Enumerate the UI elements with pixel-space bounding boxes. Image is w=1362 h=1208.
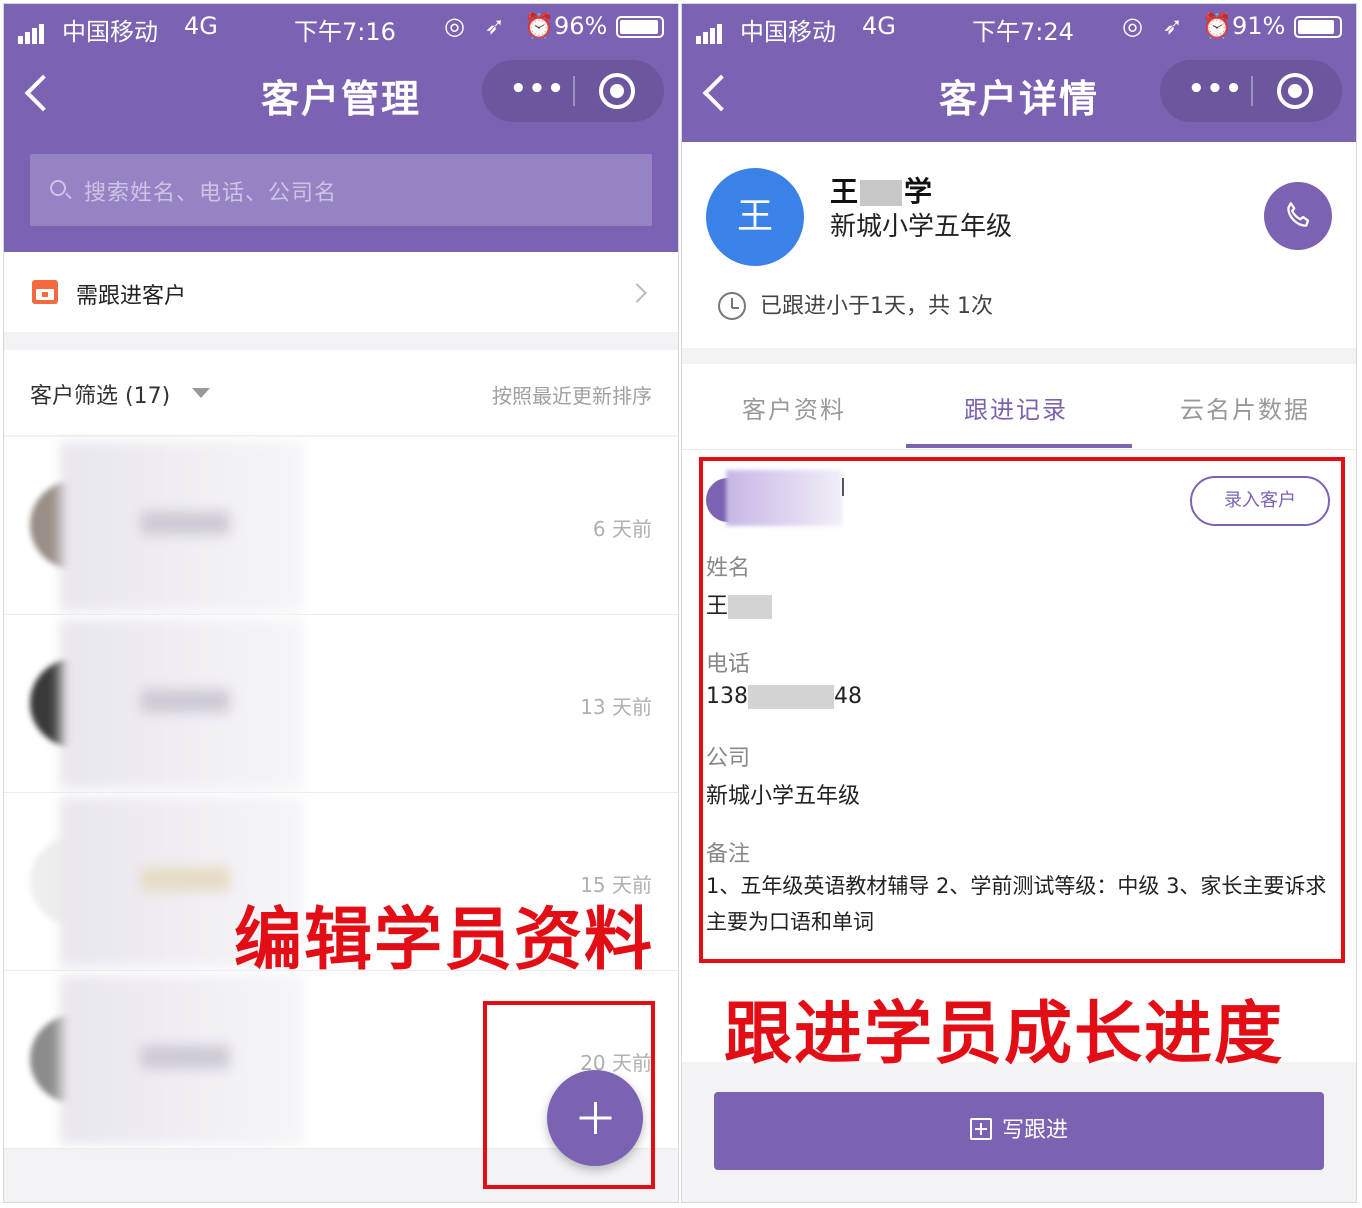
tab-card-data[interactable]: 云名片数据 [1180,390,1310,425]
battery-icon [616,16,664,38]
nav-bar: 客户详情 ••• [682,50,1356,142]
close-target-icon[interactable] [599,73,635,109]
follow-up-customers-row[interactable]: 需跟进客户 [4,252,678,332]
search-icon [50,180,66,196]
status-bar: 中国移动 4G 下午7:24 ◎ ➶ ⏰ 91% [682,4,1356,50]
add-customer-button[interactable] [547,1070,643,1166]
sort-label[interactable]: 按照最近更新排序 [492,380,652,409]
blurred-customer-info [60,975,304,1145]
tab-customer-info[interactable]: 客户资料 [742,390,846,425]
clock-icon [718,292,746,320]
miniprogram-capsule: ••• [1160,60,1342,122]
network-label: 4G [184,12,218,40]
customer-row[interactable]: 6 天前 [4,437,678,615]
status-time: 下午7:16 [294,18,396,46]
battery-icon [1294,16,1342,38]
battery-percent: 91% [1232,12,1286,40]
close-target-icon[interactable] [1277,73,1313,109]
add-box-icon [969,1118,992,1140]
annotation-edit-student: 编辑学员资料 [234,901,655,980]
customer-detail-screen: 中国移动 4G 下午7:24 ◎ ➶ ⏰ 91% 客户详情 ••• 王 王学 新… [681,3,1357,1203]
carrier-label: 中国移动 [62,18,158,46]
status-bar: 中国移动 4G 下午7:16 ◎ ➶ ⏰ 96% [4,4,678,50]
write-follow-up-label: 写跟进 [1001,1118,1068,1143]
status-icons: ◎ ➶ ⏰ [1122,12,1239,40]
search-placeholder: 搜索姓名、电话、公司名 [84,181,338,206]
nav-bar: 客户管理 ••• [4,50,678,142]
search-area: 搜索姓名、电话、公司名 [4,142,678,252]
updated-days: 13 天前 [580,695,652,719]
tab-follow-records[interactable]: 跟进记录 [964,390,1068,425]
customer-name: 王学 [830,170,932,210]
more-icon[interactable]: ••• [510,74,566,104]
chevron-right-icon [627,283,647,303]
avatar: 王 [706,168,804,266]
carrier-label: 中国移动 [740,18,836,46]
network-label: 4G [862,12,896,40]
customer-row[interactable]: 13 天前 [4,615,678,793]
bottom-action-area: 写跟进 [682,1064,1356,1202]
capsule-divider [573,76,575,106]
name-redaction [860,180,903,206]
capsule-divider [1251,76,1253,106]
more-icon[interactable]: ••• [1188,74,1244,104]
caret-down-icon[interactable] [192,388,210,398]
follow-status: 已跟进小于1天，共 1次 [760,294,993,319]
customer-management-screen: 中国移动 4G 下午7:16 ◎ ➶ ⏰ 96% 客户管理 ••• 搜索姓名、电… [3,3,679,1203]
miniprogram-capsule: ••• [482,60,664,122]
highlight-box [699,457,1345,963]
blurred-customer-info [60,441,304,611]
annotation-track-progress: 跟进学员成长进度 [724,995,1285,1074]
filter-row: 客户筛选 (17) 按照最近更新排序 [4,350,678,436]
signal-icon [696,16,724,44]
calendar-icon [32,280,58,304]
status-icons: ◎ ➶ ⏰ [444,12,561,40]
status-time: 下午7:24 [972,18,1074,46]
updated-days: 6 天前 [592,517,652,541]
customer-profile: 王 王学 新城小学五年级 已跟进小于1天，共 1次 [682,142,1356,348]
name-last-char: 学 [904,175,933,208]
phone-icon [1287,202,1310,227]
signal-icon [18,16,46,44]
name-first-char: 王 [830,175,859,208]
battery-percent: 96% [554,12,608,40]
write-follow-up-button[interactable]: 写跟进 [714,1092,1324,1170]
follow-up-label: 需跟进客户 [76,284,187,309]
detail-tabs: 客户资料 跟进记录 云名片数据 [682,364,1356,450]
active-tab-indicator [906,444,1132,448]
search-input[interactable]: 搜索姓名、电话、公司名 [30,154,652,226]
customer-company: 新城小学五年级 [830,212,1013,242]
customer-filter-dropdown[interactable]: 客户筛选 (17) [30,378,170,410]
blurred-customer-info [60,619,304,789]
call-button[interactable] [1264,182,1332,250]
